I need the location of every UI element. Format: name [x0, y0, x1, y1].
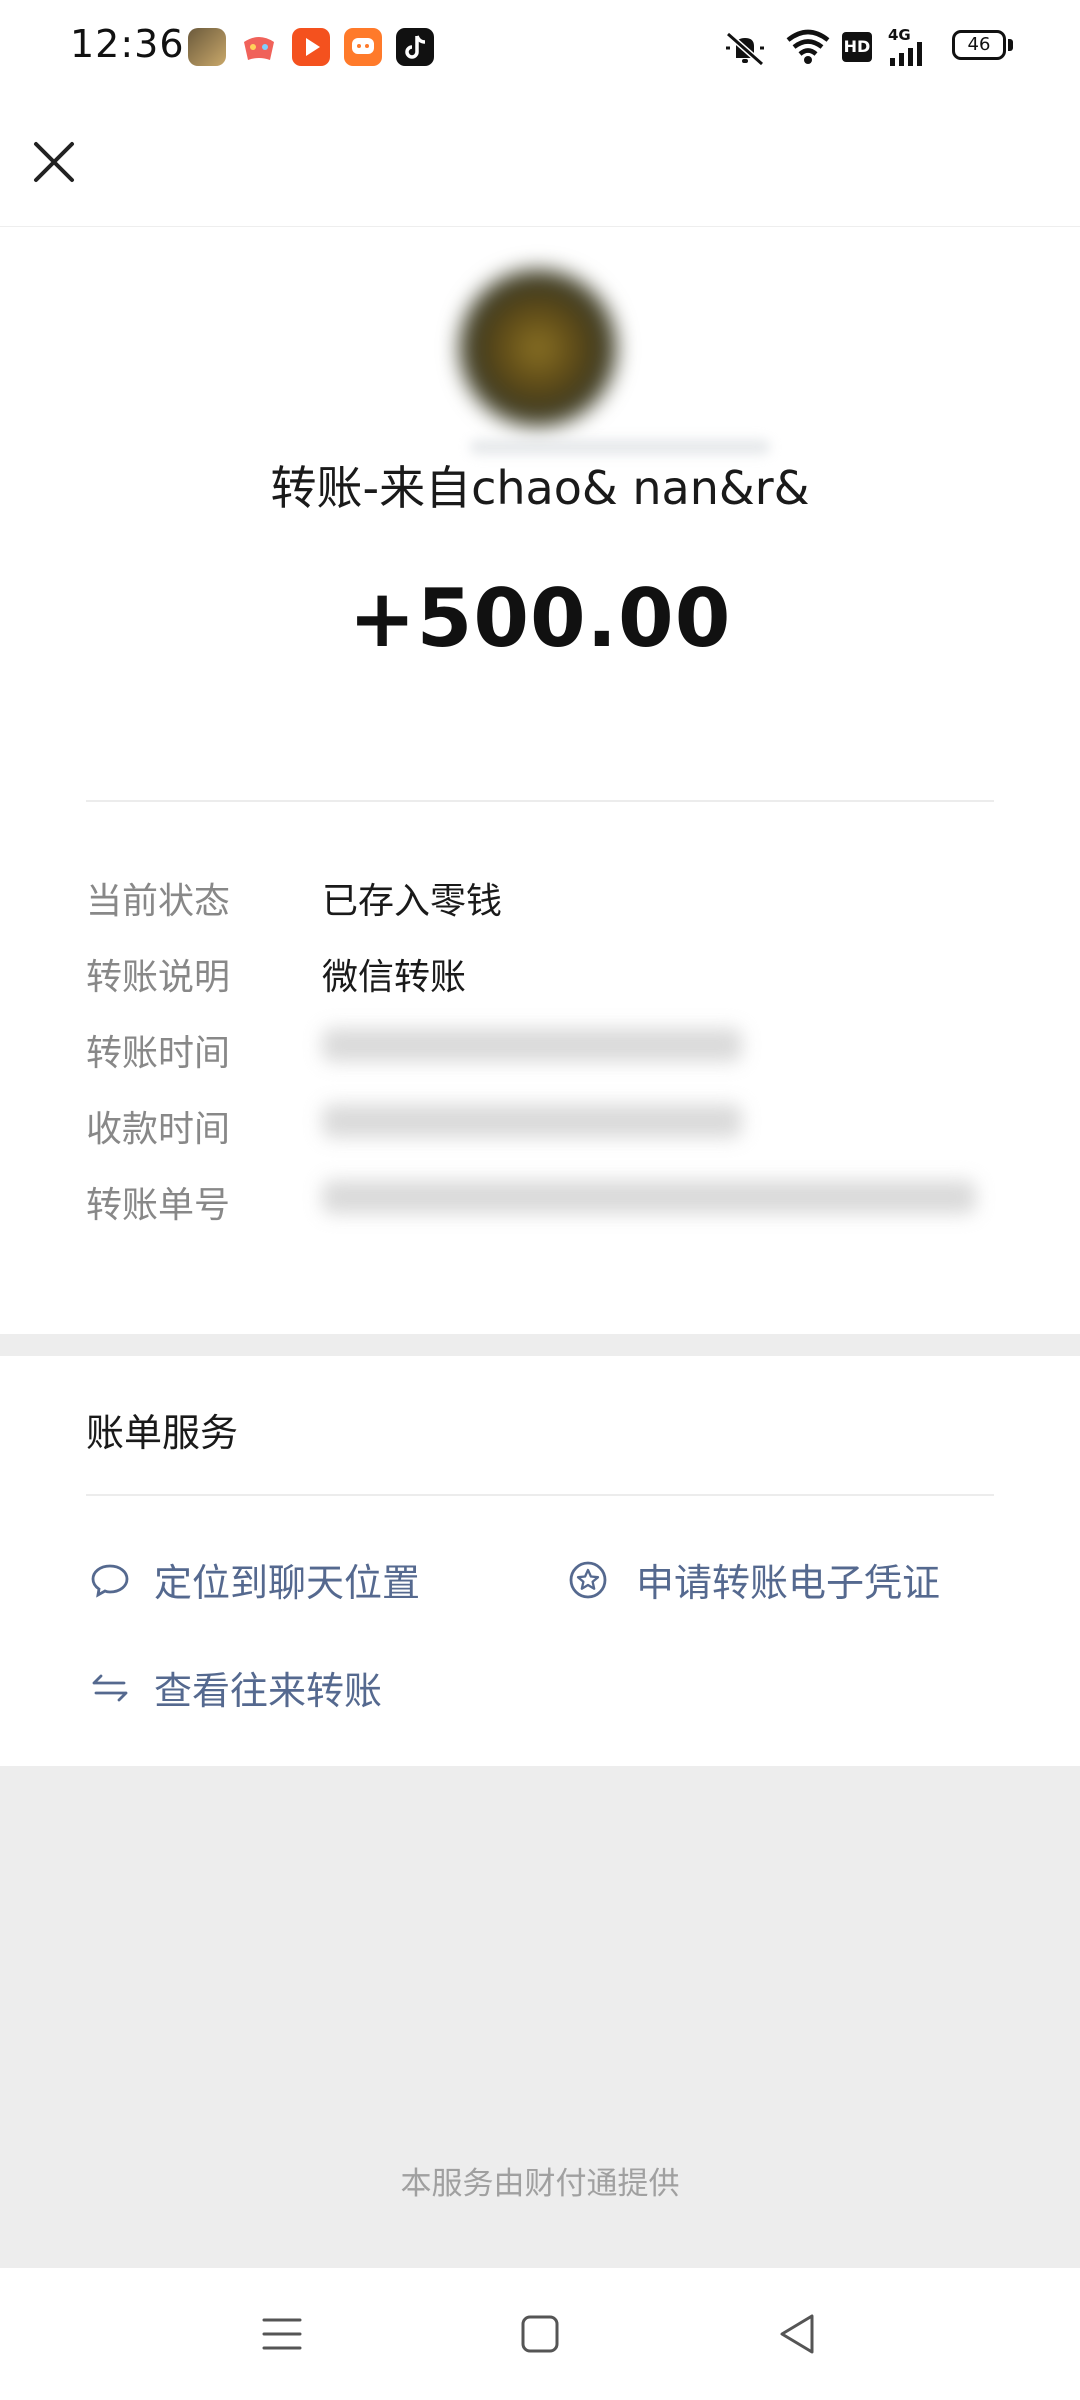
status-time: 12:36 — [70, 22, 185, 66]
transfer-history-button[interactable]: 查看往来转账 — [86, 1656, 486, 1716]
transfer-id-label: 转账单号 — [86, 1185, 231, 1226]
chat-bubble-icon — [91, 1564, 129, 1598]
signal-icon — [890, 42, 922, 66]
video-play-app-icon — [292, 28, 330, 66]
services-title: 账单服务 — [86, 1411, 239, 1455]
wifi-icon — [786, 29, 830, 64]
section-gap — [0, 1334, 1080, 1356]
transfer-amount: +500.00 — [348, 572, 732, 665]
receive-time-value-blurred — [322, 1104, 742, 1138]
transfer-id-value-blurred — [322, 1180, 976, 1214]
transfer-title: 转账-来自chao& nan&r& — [270, 461, 810, 515]
footer-provider-text: 本服务由财付通提供 — [400, 2166, 680, 2202]
game-app-icon — [188, 28, 226, 66]
status-label: 当前状态 — [86, 881, 231, 922]
tiktok-app-icon — [396, 28, 434, 66]
game-controller-app-icon — [244, 37, 274, 60]
transfer-time-label: 转账时间 — [86, 1033, 231, 1074]
top-nav — [0, 96, 1080, 227]
transfer-time-value-blurred — [322, 1028, 742, 1062]
menu-icon[interactable] — [258, 2310, 306, 2358]
hd-badge: HD — [842, 32, 872, 62]
battery-level: 46 — [967, 34, 991, 55]
note-value: 微信转账 — [322, 957, 467, 998]
battery-icon: 46 — [952, 30, 1006, 60]
swap-arrows-icon — [92, 1674, 128, 1702]
receive-time-label: 收款时间 — [86, 1109, 231, 1150]
note-label: 转账说明 — [86, 957, 231, 998]
back-icon[interactable] — [774, 2310, 822, 2358]
locate-chat-button[interactable]: 定位到聊天位置 — [86, 1548, 486, 1608]
mute-bell-icon — [726, 31, 764, 67]
home-icon[interactable] — [516, 2310, 564, 2358]
avatar — [458, 268, 618, 428]
locate-chat-label: 定位到聊天位置 — [154, 1561, 421, 1605]
close-icon[interactable] — [28, 136, 80, 188]
transfer-history-label: 查看往来转账 — [154, 1669, 383, 1713]
status-value: 已存入零钱 — [322, 881, 503, 922]
divider — [86, 800, 994, 802]
e-voucher-button[interactable]: 申请转账电子凭证 — [566, 1548, 986, 1608]
status-bar: 12:36 HD 4G 46 — [0, 0, 1080, 96]
e-voucher-label: 申请转账电子凭证 — [636, 1561, 941, 1605]
star-circle-icon — [569, 1561, 607, 1599]
orange-app-icon — [344, 28, 382, 66]
divider — [86, 1494, 994, 1496]
battery-tip — [1008, 39, 1013, 51]
system-nav-bar — [0, 2268, 1080, 2400]
